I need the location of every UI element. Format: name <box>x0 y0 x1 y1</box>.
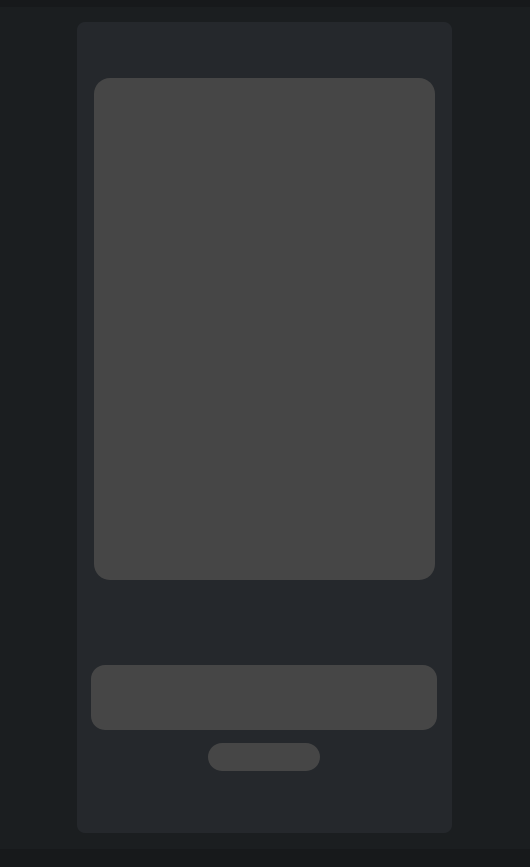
bottom-edge-strip <box>0 849 530 867</box>
loading-card <box>77 22 452 833</box>
primary-action-skeleton[interactable] <box>91 665 437 730</box>
media-skeleton <box>94 78 435 580</box>
top-edge-strip <box>0 0 530 7</box>
secondary-action-skeleton[interactable] <box>208 743 320 771</box>
